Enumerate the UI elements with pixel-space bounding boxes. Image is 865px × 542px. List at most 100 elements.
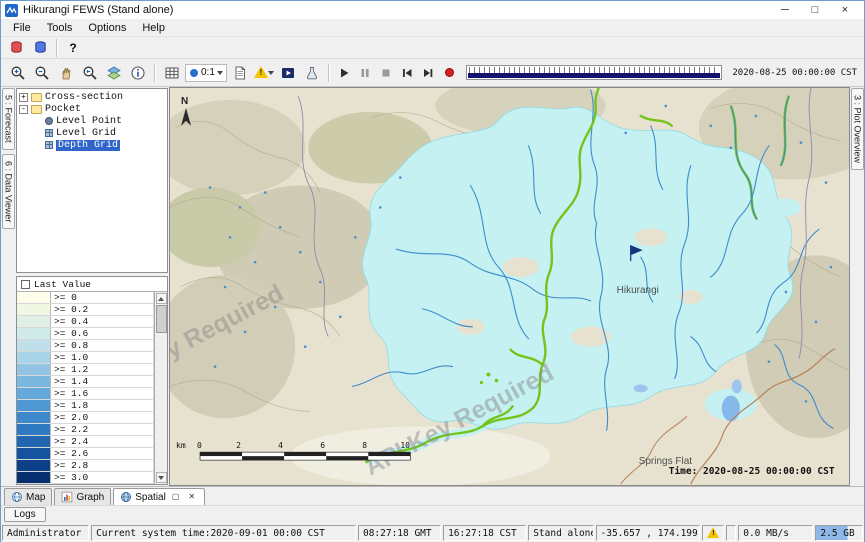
folder-icon [31, 105, 42, 114]
pause-button[interactable] [356, 63, 375, 83]
status-system-time: Current system time:2020-09-01 00:00 CST [91, 525, 356, 541]
scale-selector-value: 0:1 [201, 67, 215, 78]
tree-node-label[interactable]: Cross-section [45, 92, 123, 103]
fews-window: { "window": { "title": "Hikurangi FEWS (… [0, 0, 865, 542]
legend-row: >= 2.2 [17, 424, 154, 436]
map-time-label: Time: 2020-08-25 00:00:00 CST [669, 466, 835, 477]
svg-text:km: km [176, 441, 186, 450]
svg-text:10: 10 [400, 441, 410, 450]
stop-button[interactable] [377, 63, 396, 83]
dock-tab-forecast[interactable]: 5 : Forecast [2, 88, 15, 150]
point-layer-icon [45, 117, 53, 125]
collapse-icon[interactable]: - [19, 105, 28, 114]
tree-node-label-selected[interactable]: Depth Grid [56, 140, 120, 151]
dock-tab-data-viewer[interactable]: 6 : Data Viewer [2, 154, 15, 229]
maximize-button[interactable]: □ [800, 2, 830, 19]
scroll-up-icon[interactable] [156, 293, 167, 304]
animation-export-icon[interactable] [277, 63, 299, 83]
timeline-range-bar [468, 73, 720, 78]
tree-node-level-grid[interactable]: Level Grid [19, 127, 167, 139]
legend-row: >= 0.8 [17, 340, 154, 352]
legend-swatch [17, 388, 51, 399]
panel-maximize-icon[interactable]: ▢ [169, 491, 183, 503]
main-toolbar: ? [1, 37, 864, 59]
tab-graph[interactable]: Graph [54, 488, 111, 505]
legend-row: >= 0 [17, 292, 154, 304]
tree-node-label[interactable]: Level Grid [56, 128, 116, 139]
flask-icon[interactable] [301, 63, 323, 83]
tree-node-cross-section[interactable]: + Cross-section [19, 91, 167, 103]
legend-row: >= 0.4 [17, 316, 154, 328]
tree-node-label[interactable]: Level Point [56, 116, 122, 127]
legend-swatch [17, 448, 51, 459]
dock-tab-plot-overview[interactable]: 3 : Plot Overview [851, 88, 864, 170]
legend-swatch [17, 400, 51, 411]
legend-row: >= 1.4 [17, 376, 154, 388]
menu-bar: File Tools Options Help [1, 19, 864, 37]
status-warning-cell[interactable]: ! [702, 525, 724, 541]
zoom-out-icon[interactable] [31, 63, 53, 83]
layers-icon[interactable] [103, 63, 125, 83]
right-dock-strip: 3 : Plot Overview [850, 87, 864, 486]
info-icon[interactable] [127, 63, 149, 83]
map-canvas[interactable]: Hikurangi Springs Flat API Key Required … [170, 88, 849, 485]
logs-row: Logs [1, 505, 864, 523]
legend-swatch [17, 376, 51, 387]
zoom-previous-icon[interactable] [79, 63, 101, 83]
scale-selector[interactable]: 0:1 [185, 64, 227, 82]
skip-to-start-button[interactable] [398, 63, 417, 83]
warning-triangle-icon: ! [707, 527, 719, 539]
scroll-down-icon[interactable] [156, 472, 167, 483]
menu-file[interactable]: File [5, 19, 39, 37]
last-value-checkbox[interactable] [21, 280, 30, 289]
tree-node-label[interactable]: Pocket [45, 104, 81, 115]
legend-scrollbar[interactable] [154, 292, 167, 484]
grid-layer-icon[interactable] [161, 63, 183, 83]
tab-map[interactable]: Map [4, 488, 52, 505]
minimize-button[interactable]: ─ [770, 2, 800, 19]
globe-icon [120, 491, 132, 503]
tree-node-level-point[interactable]: Level Point [19, 115, 167, 127]
title-bar: Hikurangi FEWS (Stand alone) ─ □ × [1, 1, 864, 19]
warnings-dropdown[interactable]: ! [253, 63, 275, 83]
tab-spatial[interactable]: Spatial ▢ ✕ [113, 488, 205, 505]
status-memory-usage: 2.5 GB [815, 525, 863, 541]
menu-options[interactable]: Options [80, 19, 134, 37]
legend-swatch [17, 364, 51, 375]
layer-tree: + Cross-section - Pocket Level Point Lev… [16, 88, 168, 273]
grid-layer-icon [45, 129, 53, 137]
pan-hand-icon[interactable] [55, 63, 77, 83]
database-blue-icon[interactable] [29, 38, 51, 58]
scrollbar-thumb[interactable] [156, 305, 167, 333]
legend-header: Last Value [17, 277, 167, 292]
menu-help[interactable]: Help [134, 19, 173, 37]
skip-to-end-button[interactable] [419, 63, 438, 83]
tab-label[interactable]: Spatial [135, 492, 166, 503]
play-button[interactable] [335, 63, 354, 83]
legend-swatch [17, 424, 51, 435]
logs-button[interactable]: Logs [4, 507, 46, 522]
tab-label[interactable]: Map [26, 492, 45, 503]
record-button[interactable] [440, 63, 459, 83]
menu-tools[interactable]: Tools [39, 19, 81, 37]
toolbar-separator [154, 64, 156, 82]
expand-icon[interactable]: + [19, 93, 28, 102]
timeline-slider[interactable] [466, 65, 722, 80]
tree-node-depth-grid-selected[interactable]: Depth Grid [19, 139, 167, 151]
zoom-in-icon[interactable] [7, 63, 29, 83]
tree-node-pocket[interactable]: - Pocket [19, 103, 167, 115]
map-view[interactable]: Hikurangi Springs Flat API Key Required … [169, 87, 850, 486]
report-page-icon[interactable] [229, 63, 251, 83]
help-button[interactable]: ? [63, 38, 83, 58]
toolbar-separator [56, 39, 58, 57]
legend-swatch [17, 352, 51, 363]
tab-label[interactable]: Graph [76, 492, 104, 503]
panel-close-icon[interactable]: ✕ [185, 491, 198, 503]
map-toolbar: 0:1 ! 2020-08-25 00:00:00 CST [1, 59, 864, 87]
database-red-icon[interactable] [5, 38, 27, 58]
close-button[interactable]: × [830, 2, 860, 19]
legend-panel: Last Value >= 0 >= 0.2 >= 0.4 >= 0.6 >= … [16, 276, 168, 485]
status-local-time: 16:27:18 CST [443, 525, 526, 541]
toolbar-separator [328, 64, 330, 82]
legend-row: >= 2.0 [17, 412, 154, 424]
